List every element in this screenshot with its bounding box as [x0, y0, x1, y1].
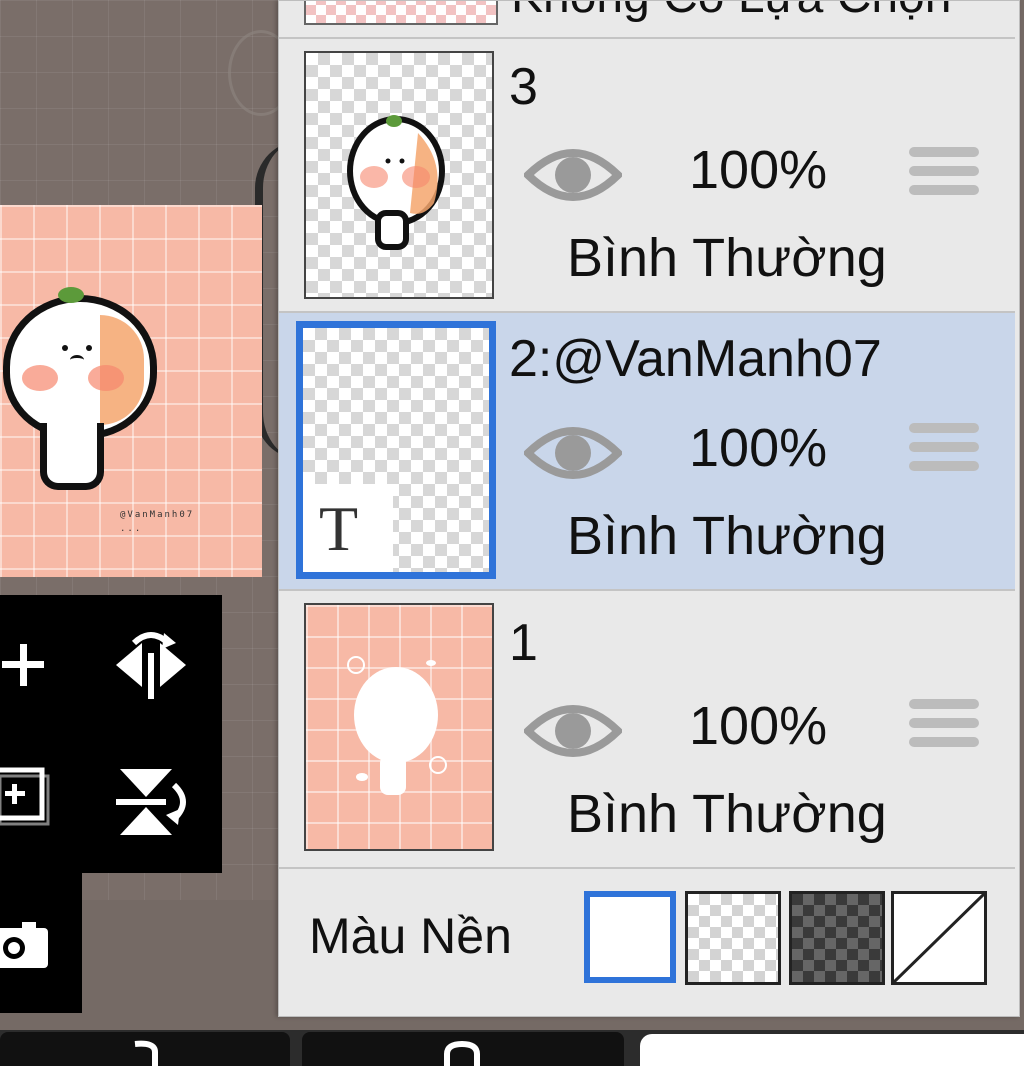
layer-1-name[interactable]: 1: [509, 613, 538, 673]
layer-3-visibility-eye-icon[interactable]: [522, 139, 624, 216]
layer-row-3[interactable]: 3 100% Bình Thường: [279, 39, 1015, 313]
background-color-label: Màu Nền: [309, 908, 512, 964]
camera-toolbar: [0, 873, 82, 1013]
layer-3-thumbnail[interactable]: [304, 51, 494, 299]
selection-layer-row[interactable]: Không Có Lựa Chọn: [279, 1, 1015, 39]
layer-panel: Không Có Lựa Chọn 3 100% Bình Thường T: [278, 0, 1020, 1017]
camera-icon[interactable]: [0, 909, 50, 979]
add-layer-icon[interactable]: [0, 625, 50, 705]
character-mouth: [70, 355, 84, 365]
background-none-swatch[interactable]: [891, 891, 987, 985]
layer-3-blend-mode[interactable]: Bình Thường: [567, 227, 887, 289]
flip-vertical-icon[interactable]: [110, 760, 192, 844]
flip-horizontal-icon[interactable]: [110, 623, 192, 707]
watermark-line-1: @VanManh07: [120, 510, 195, 520]
layer-2-drag-handle-icon[interactable]: [909, 423, 979, 480]
background-transparent-swatch[interactable]: [685, 891, 781, 985]
bottom-input-area[interactable]: [640, 1034, 1024, 1066]
text-tool-glyph: T: [319, 493, 359, 564]
character-eye-left: [62, 345, 68, 351]
watermark-line-2: ...: [120, 524, 143, 534]
layer-tools-toolbar: [0, 595, 222, 873]
pink-background-thumbnail-icon: [347, 656, 447, 795]
layer-1-opacity[interactable]: 100%: [689, 695, 827, 757]
layer-1-visibility-eye-icon[interactable]: [522, 695, 624, 772]
background-dark-checker-swatch[interactable]: [789, 891, 885, 985]
layer-2-name[interactable]: 2:@VanManh07: [509, 329, 882, 389]
layer-3-opacity[interactable]: 100%: [689, 139, 827, 201]
layer-1-blend-mode[interactable]: Bình Thường: [567, 783, 887, 845]
layer-2-thumbnail[interactable]: T: [296, 321, 496, 579]
layer-row-2[interactable]: T 2:@VanManh07 100% Bình Thường: [279, 313, 1015, 591]
background-white-swatch[interactable]: [584, 891, 676, 983]
layer-1-thumbnail[interactable]: [304, 603, 494, 851]
lock-button[interactable]: [302, 1032, 624, 1066]
background-color-row: Màu Nền: [279, 869, 1015, 1009]
layer-2-blend-mode[interactable]: Bình Thường: [567, 505, 887, 567]
selection-layer-label: Không Có Lựa Chọn: [511, 1, 951, 24]
duplicate-layer-icon[interactable]: [0, 760, 50, 830]
canvas-preview[interactable]: @VanManh07 ...: [0, 205, 262, 577]
character-stem: [40, 423, 104, 490]
character-eye-right: [86, 345, 92, 351]
character-leaf: [58, 287, 84, 303]
watermark-text: @VanManh07 ...: [120, 508, 194, 536]
layer-row-1[interactable]: 1 100% Bình Thường: [279, 591, 1015, 869]
undo-button[interactable]: [0, 1032, 290, 1066]
layer-3-name[interactable]: 3: [509, 57, 538, 117]
character-blush-left: [22, 365, 58, 391]
character-blush-right: [88, 365, 124, 391]
layer-1-drag-handle-icon[interactable]: [909, 699, 979, 756]
layer-2-opacity[interactable]: 100%: [689, 417, 827, 479]
layer-3-drag-handle-icon[interactable]: [909, 147, 979, 204]
selection-layer-thumbnail: [304, 1, 498, 25]
text-layer-thumbnail-icon: T: [303, 484, 393, 572]
character-thumbnail-icon: [347, 115, 445, 250]
layer-2-visibility-eye-icon[interactable]: [522, 417, 624, 494]
